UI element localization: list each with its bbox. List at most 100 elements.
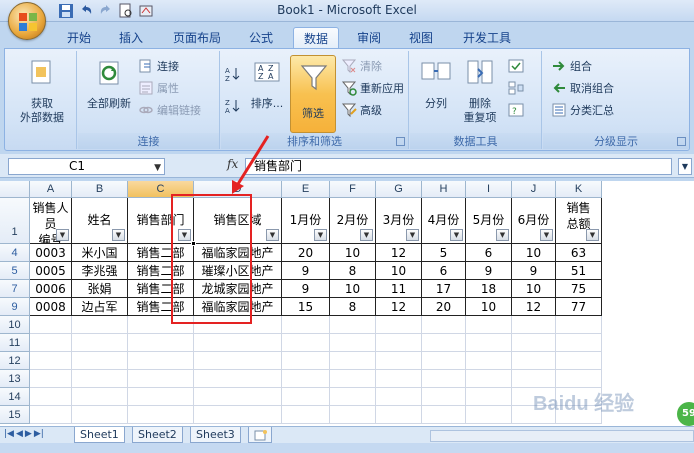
column-header-a[interactable]: A: [30, 181, 72, 198]
filter-dropdown-icon[interactable]: ▼: [112, 229, 125, 241]
table-cell[interactable]: 0003: [30, 244, 72, 262]
table-cell[interactable]: 张娟: [72, 280, 128, 298]
row-header[interactable]: 1: [0, 198, 30, 244]
select-all-corner[interactable]: [0, 181, 30, 198]
header-cell[interactable]: 2月份 ▼: [330, 198, 376, 244]
header-cell[interactable]: 5月份 ▼: [466, 198, 512, 244]
last-sheet-icon[interactable]: ▶|: [34, 429, 44, 439]
formula-input[interactable]: 销售部门: [245, 158, 672, 175]
table-cell[interactable]: 51: [556, 262, 602, 280]
empty-cell[interactable]: [282, 388, 330, 406]
empty-cell[interactable]: [128, 388, 194, 406]
table-cell[interactable]: 15: [282, 298, 330, 316]
empty-cell[interactable]: [128, 406, 194, 424]
empty-cell[interactable]: [330, 370, 376, 388]
tab-developer[interactable]: 开发工具: [455, 27, 519, 48]
table-cell[interactable]: 11: [376, 280, 422, 298]
column-header-k[interactable]: K: [556, 181, 602, 198]
header-cell[interactable]: 姓名 ▼: [72, 198, 128, 244]
row-header[interactable]: 4: [0, 244, 30, 262]
column-header-g[interactable]: G: [376, 181, 422, 198]
table-cell[interactable]: 0006: [30, 280, 72, 298]
header-cell[interactable]: 销售人员 编号 ▼: [30, 198, 72, 244]
empty-cell[interactable]: [330, 334, 376, 352]
empty-cell[interactable]: [72, 406, 128, 424]
empty-cell[interactable]: [194, 370, 282, 388]
filter-dropdown-icon[interactable]: ▼: [266, 229, 279, 241]
empty-cell[interactable]: [30, 352, 72, 370]
prev-sheet-icon[interactable]: ◀: [16, 429, 23, 439]
table-cell[interactable]: 10: [512, 280, 556, 298]
table-cell[interactable]: 6: [466, 244, 512, 262]
empty-cell[interactable]: [72, 316, 128, 334]
empty-cell[interactable]: [194, 334, 282, 352]
table-cell[interactable]: 边占军: [72, 298, 128, 316]
insert-function-button[interactable]: fx: [227, 157, 238, 171]
filter-dropdown-icon[interactable]: ▼: [360, 229, 373, 241]
empty-cell[interactable]: [466, 406, 512, 424]
empty-cell[interactable]: [330, 388, 376, 406]
empty-cell[interactable]: [422, 334, 466, 352]
table-cell[interactable]: 20: [422, 298, 466, 316]
empty-cell[interactable]: [128, 352, 194, 370]
row-header[interactable]: 15: [0, 406, 30, 424]
empty-cell[interactable]: [72, 334, 128, 352]
table-cell[interactable]: 10: [466, 298, 512, 316]
sort-za-button[interactable]: ZA: [225, 97, 241, 115]
empty-cell[interactable]: [512, 352, 556, 370]
table-cell[interactable]: 20: [282, 244, 330, 262]
horizontal-scrollbar[interactable]: [430, 430, 694, 442]
office-button[interactable]: [8, 2, 46, 40]
empty-cell[interactable]: [376, 352, 422, 370]
empty-cell[interactable]: [466, 334, 512, 352]
empty-cell[interactable]: [330, 352, 376, 370]
table-cell[interactable]: 9: [512, 262, 556, 280]
table-cell[interactable]: 18: [466, 280, 512, 298]
empty-cell[interactable]: [556, 370, 602, 388]
connections-button[interactable]: 连接: [138, 57, 179, 75]
empty-cell[interactable]: [282, 370, 330, 388]
table-cell[interactable]: 12: [376, 244, 422, 262]
empty-cell[interactable]: [466, 352, 512, 370]
row-header[interactable]: 11: [0, 334, 30, 352]
group-button[interactable]: 组合: [551, 57, 592, 75]
empty-cell[interactable]: [556, 334, 602, 352]
tab-page-layout[interactable]: 页面布局: [165, 27, 229, 48]
table-cell[interactable]: 12: [376, 298, 422, 316]
empty-cell[interactable]: [512, 370, 556, 388]
table-cell[interactable]: 李兆强: [72, 262, 128, 280]
edit-links-button[interactable]: 编辑链接: [138, 101, 201, 119]
empty-cell[interactable]: [282, 352, 330, 370]
table-cell[interactable]: 10: [512, 244, 556, 262]
data-validation-button[interactable]: [508, 57, 524, 75]
empty-cell[interactable]: [466, 370, 512, 388]
name-box[interactable]: C1 ▼: [8, 158, 165, 175]
table-cell[interactable]: 米小国: [72, 244, 128, 262]
empty-cell[interactable]: [556, 316, 602, 334]
sheet-tab-sheet3[interactable]: Sheet3: [190, 427, 241, 443]
empty-cell[interactable]: [376, 370, 422, 388]
table-cell[interactable]: 17: [422, 280, 466, 298]
empty-cell[interactable]: [512, 316, 556, 334]
row-header[interactable]: 12: [0, 352, 30, 370]
empty-cell[interactable]: [128, 334, 194, 352]
empty-cell[interactable]: [422, 388, 466, 406]
refresh-all-button[interactable]: 全部刷新: [82, 57, 136, 111]
row-header[interactable]: 5: [0, 262, 30, 280]
empty-cell[interactable]: [376, 406, 422, 424]
sheet-tab-sheet2[interactable]: Sheet2: [132, 427, 183, 443]
empty-cell[interactable]: [30, 370, 72, 388]
row-header[interactable]: 10: [0, 316, 30, 334]
filter-dropdown-icon[interactable]: ▼: [540, 229, 553, 241]
empty-cell[interactable]: [330, 406, 376, 424]
tab-formulas[interactable]: 公式: [242, 27, 280, 48]
column-header-h[interactable]: H: [422, 181, 466, 198]
empty-cell[interactable]: [194, 352, 282, 370]
filter-dropdown-icon[interactable]: ▼: [314, 229, 327, 241]
insert-sheet-button[interactable]: [248, 427, 272, 443]
table-cell[interactable]: 10: [330, 280, 376, 298]
tab-data[interactable]: 数据: [293, 27, 339, 48]
table-cell[interactable]: 12: [512, 298, 556, 316]
table-cell[interactable]: 9: [282, 262, 330, 280]
tab-view[interactable]: 视图: [402, 27, 440, 48]
